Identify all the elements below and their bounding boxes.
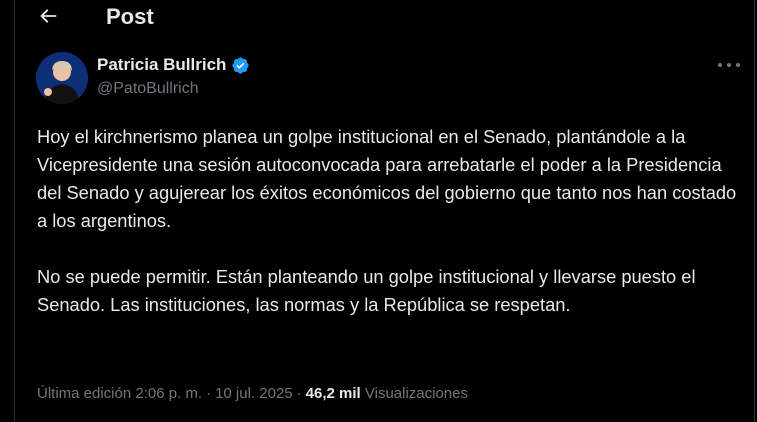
avatar[interactable] bbox=[36, 52, 88, 104]
avatar-image bbox=[36, 52, 88, 104]
views-count: 46,2 mil bbox=[305, 385, 361, 402]
post-paragraph: No se puede permitir. Están planteando u… bbox=[37, 266, 696, 315]
more-dot-icon bbox=[718, 63, 722, 67]
author-name[interactable]: Patricia Bullrich bbox=[97, 55, 226, 75]
page-title: Post bbox=[106, 4, 154, 29]
separator: · bbox=[296, 385, 302, 402]
verified-badge-icon bbox=[232, 56, 250, 74]
back-button[interactable] bbox=[37, 5, 63, 31]
edited-timestamp[interactable]: Última edición 2:06 p. m. bbox=[37, 385, 202, 402]
author-handle[interactable]: @PatoBullrich bbox=[97, 80, 199, 98]
post-date[interactable]: 10 jul. 2025 bbox=[215, 385, 293, 402]
post-column: Post Patricia Bullrich @PatoBullrich Hoy… bbox=[14, 0, 755, 422]
more-dot-icon bbox=[736, 63, 740, 67]
author-name-row: Patricia Bullrich bbox=[97, 55, 250, 75]
header: Post bbox=[15, 0, 754, 38]
post-meta: Última edición 2:06 p. m. · 10 jul. 2025 · 4… bbox=[37, 385, 468, 402]
more-options-button[interactable] bbox=[718, 60, 740, 70]
more-dot-icon bbox=[727, 63, 731, 67]
views-label: Visualizaciones bbox=[364, 385, 468, 402]
separator: · bbox=[206, 385, 212, 402]
post-paragraph: Hoy el kirchnerismo planea un golpe inst… bbox=[37, 126, 737, 231]
post-text: Hoy el kirchnerismo planea un golpe inst… bbox=[37, 123, 737, 319]
arrow-left-icon bbox=[40, 9, 57, 23]
